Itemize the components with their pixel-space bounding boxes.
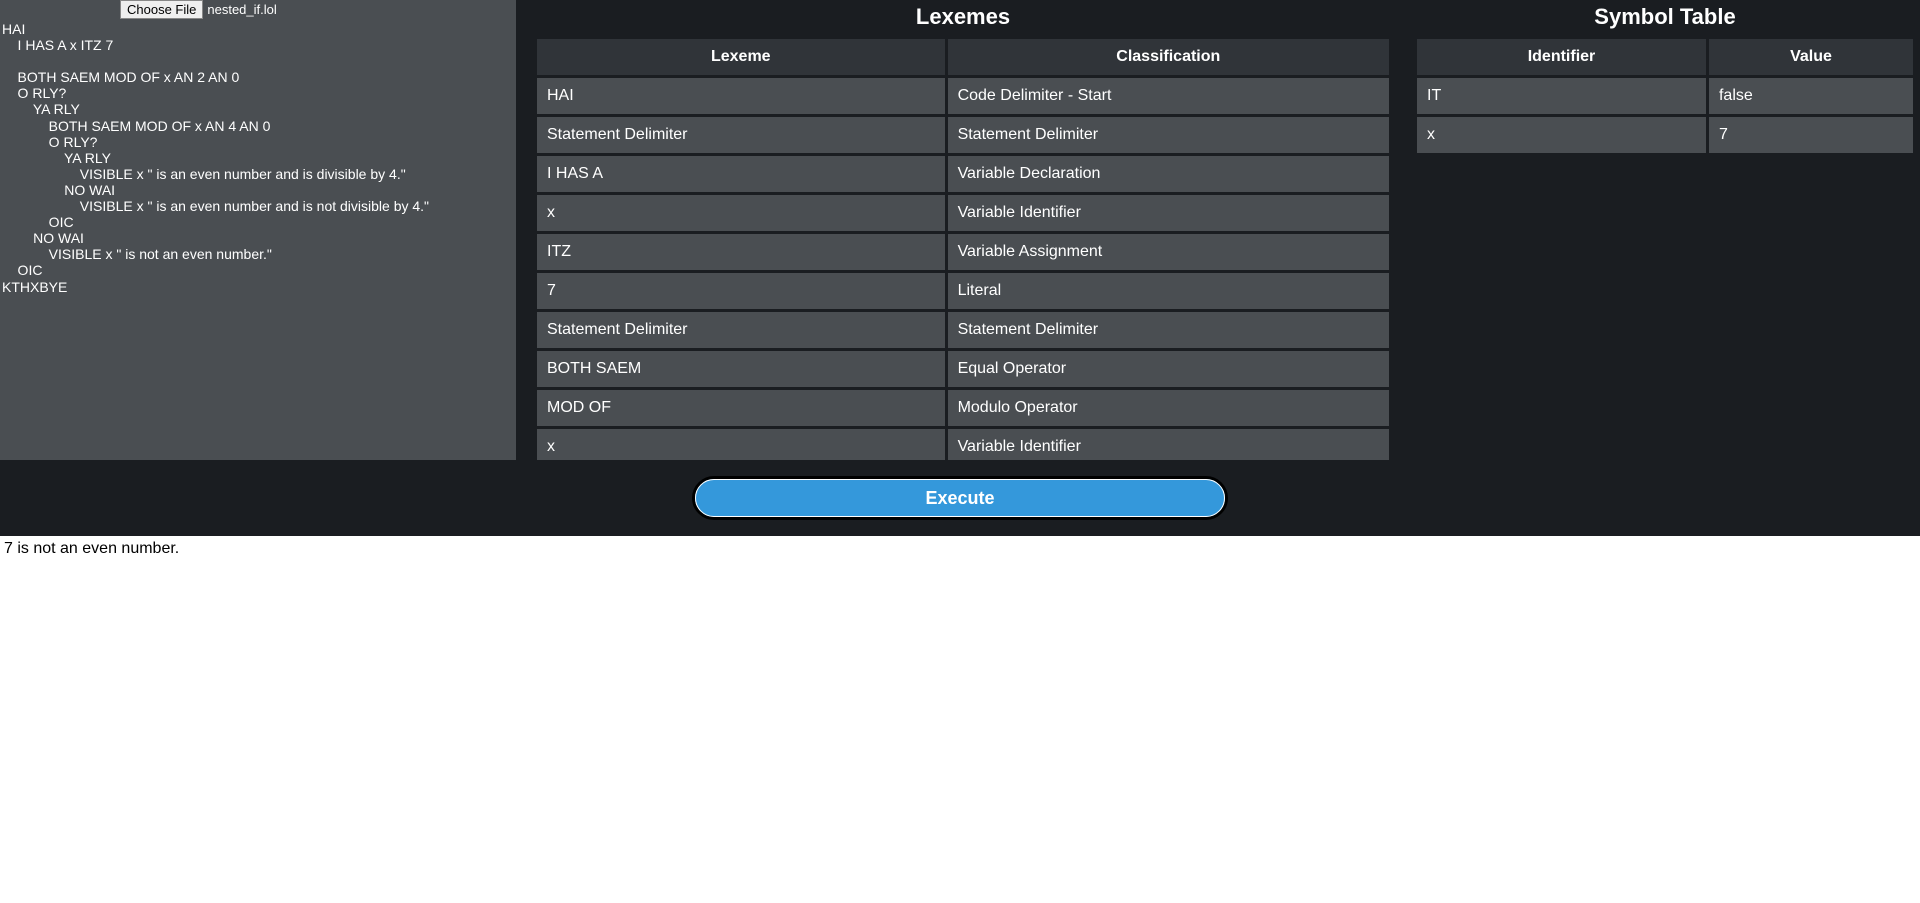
- table-cell: MOD OF: [537, 390, 945, 426]
- table-cell: Literal: [948, 273, 1389, 309]
- table-cell: Code Delimiter - Start: [948, 78, 1389, 114]
- lexemes-header: Lexeme: [537, 39, 945, 75]
- table-row: ITZVariable Assignment: [537, 234, 1389, 270]
- table-cell: Statement Delimiter: [537, 117, 945, 153]
- table-row: I HAS AVariable Declaration: [537, 156, 1389, 192]
- filename-label: nested_if.lol: [207, 2, 276, 17]
- lexemes-table: LexemeClassification HAICode Delimiter -…: [534, 36, 1392, 460]
- table-cell: Variable Identifier: [948, 429, 1389, 460]
- output-text: 7 is not an even number.: [4, 540, 179, 557]
- table-row: xVariable Identifier: [537, 429, 1389, 460]
- symbol-table: IdentifierValue ITfalsex7: [1414, 36, 1916, 156]
- table-cell: Variable Declaration: [948, 156, 1389, 192]
- table-cell: x: [537, 195, 945, 231]
- table-row: MOD OFModulo Operator: [537, 390, 1389, 426]
- table-cell: false: [1709, 78, 1913, 114]
- lexemes-panel: Lexemes LexemeClassification HAICode Del…: [530, 0, 1396, 460]
- table-row: 7Literal: [537, 273, 1389, 309]
- table-row: HAICode Delimiter - Start: [537, 78, 1389, 114]
- symbol-table-title: Symbol Table: [1410, 0, 1920, 36]
- table-cell: I HAS A: [537, 156, 945, 192]
- table-cell: HAI: [537, 78, 945, 114]
- table-row: BOTH SAEMEqual Operator: [537, 351, 1389, 387]
- table-cell: Equal Operator: [948, 351, 1389, 387]
- table-cell: Statement Delimiter: [948, 312, 1389, 348]
- table-cell: BOTH SAEM: [537, 351, 945, 387]
- table-cell: 7: [1709, 117, 1913, 153]
- table-row: Statement DelimiterStatement Delimiter: [537, 117, 1389, 153]
- table-row: ITfalse: [1417, 78, 1913, 114]
- code-content[interactable]: HAI I HAS A x ITZ 7 BOTH SAEM MOD OF x A…: [0, 19, 516, 297]
- file-bar: Choose File nested_if.lol: [0, 0, 516, 19]
- table-cell: Modulo Operator: [948, 390, 1389, 426]
- execute-row: Execute: [0, 460, 1920, 536]
- lexemes-title: Lexemes: [530, 0, 1396, 36]
- output-panel: 7 is not an even number.: [0, 536, 1920, 903]
- table-cell: 7: [537, 273, 945, 309]
- table-row: Statement DelimiterStatement Delimiter: [537, 312, 1389, 348]
- table-cell: Statement Delimiter: [948, 117, 1389, 153]
- symbol-table-panel: Symbol Table IdentifierValue ITfalsex7: [1410, 0, 1920, 460]
- table-cell: x: [1417, 117, 1706, 153]
- table-row: x7: [1417, 117, 1913, 153]
- lexemes-header: Classification: [948, 39, 1389, 75]
- symbol-header: Identifier: [1417, 39, 1706, 75]
- symbol-header: Value: [1709, 39, 1913, 75]
- execute-button[interactable]: Execute: [692, 476, 1228, 520]
- table-cell: Variable Assignment: [948, 234, 1389, 270]
- table-cell: Variable Identifier: [948, 195, 1389, 231]
- table-cell: IT: [1417, 78, 1706, 114]
- table-cell: x: [537, 429, 945, 460]
- table-row: xVariable Identifier: [537, 195, 1389, 231]
- table-cell: Statement Delimiter: [537, 312, 945, 348]
- table-cell: ITZ: [537, 234, 945, 270]
- choose-file-button[interactable]: Choose File: [120, 0, 203, 19]
- code-panel: Choose File nested_if.lol HAI I HAS A x …: [0, 0, 516, 460]
